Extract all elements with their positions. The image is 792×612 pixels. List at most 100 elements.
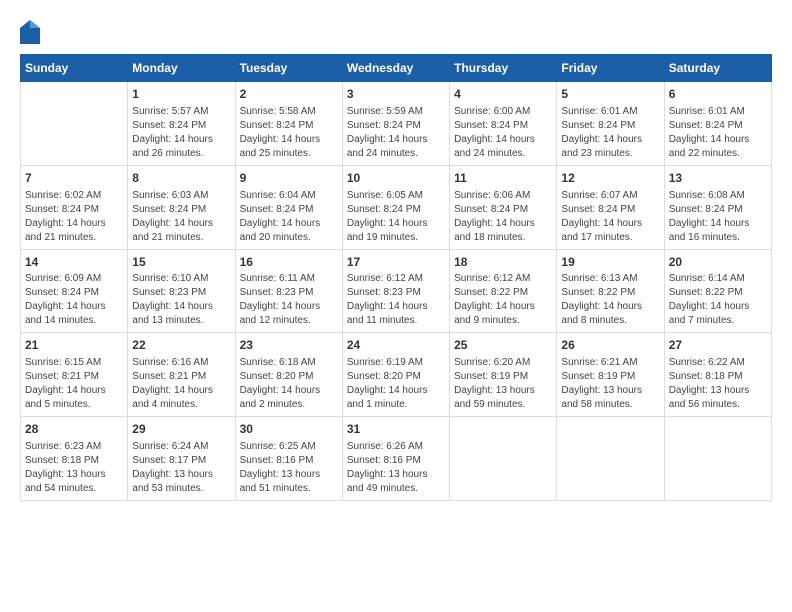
calendar-cell: 28 Sunrise: 6:23 AM Sunset: 8:18 PM Dayli… bbox=[21, 417, 128, 501]
day-info: Sunrise: 5:59 AM Sunset: 8:24 PM Dayligh… bbox=[347, 105, 445, 161]
calendar-table: SundayMondayTuesdayWednesdayThursdayFrid… bbox=[20, 54, 772, 501]
calendar-cell: 17Sunrise: 6:12 AM Sunset: 8:23 PM Dayli… bbox=[342, 249, 449, 333]
header-monday: Monday bbox=[128, 55, 235, 82]
day-info: Sunrise: 6:12 AM Sunset: 8:23 PM Dayligh… bbox=[347, 272, 445, 328]
calendar-cell: 24 Sunrise: 6:19 AM Sunset: 8:20 PM Dayli… bbox=[342, 333, 449, 417]
calendar-cell: 11 Sunrise: 6:06 AM Sunset: 8:24 PM Dayli… bbox=[450, 165, 557, 249]
week-row-2: 14Sunrise: 6:09 AM Sunset: 8:24 PM Dayli… bbox=[21, 249, 772, 333]
day-number: 29 bbox=[132, 421, 230, 438]
day-number: 5 bbox=[561, 86, 659, 103]
day-number: 17 bbox=[347, 254, 445, 271]
day-number: 11 bbox=[454, 170, 552, 187]
day-number: 10 bbox=[347, 170, 445, 187]
day-info: Sunrise: 6:12 AM Sunset: 8:22 PM Dayligh… bbox=[454, 272, 552, 328]
day-number: 4 bbox=[454, 86, 552, 103]
calendar-cell: 1 Sunrise: 5:57 AM Sunset: 8:24 PM Daylig… bbox=[128, 82, 235, 166]
calendar-header: SundayMondayTuesdayWednesdayThursdayFrid… bbox=[21, 55, 772, 82]
day-info: Sunrise: 6:04 AM Sunset: 8:24 PM Dayligh… bbox=[240, 189, 338, 245]
calendar-cell: 8 Sunrise: 6:03 AM Sunset: 8:24 PM Daylig… bbox=[128, 165, 235, 249]
day-number: 28 bbox=[25, 421, 123, 438]
day-number: 14 bbox=[25, 254, 123, 271]
day-info: Sunrise: 6:03 AM Sunset: 8:24 PM Dayligh… bbox=[132, 189, 230, 245]
calendar-cell: 6 Sunrise: 6:01 AM Sunset: 8:24 PM Daylig… bbox=[664, 82, 771, 166]
day-info: Sunrise: 6:05 AM Sunset: 8:24 PM Dayligh… bbox=[347, 189, 445, 245]
day-number: 8 bbox=[132, 170, 230, 187]
calendar-cell: 20Sunrise: 6:14 AM Sunset: 8:22 PM Dayli… bbox=[664, 249, 771, 333]
day-number: 31 bbox=[347, 421, 445, 438]
calendar-cell: 7 Sunrise: 6:02 AM Sunset: 8:24 PM Daylig… bbox=[21, 165, 128, 249]
day-number: 23 bbox=[240, 337, 338, 354]
calendar-cell: 2 Sunrise: 5:58 AM Sunset: 8:24 PM Daylig… bbox=[235, 82, 342, 166]
calendar-cell: 27 Sunrise: 6:22 AM Sunset: 8:18 PM Dayli… bbox=[664, 333, 771, 417]
day-number: 13 bbox=[669, 170, 767, 187]
calendar-cell: 4 Sunrise: 6:00 AM Sunset: 8:24 PM Daylig… bbox=[450, 82, 557, 166]
calendar-cell: 31 Sunrise: 6:26 AM Sunset: 8:16 PM Dayli… bbox=[342, 417, 449, 501]
day-number: 12 bbox=[561, 170, 659, 187]
calendar-cell: 13 Sunrise: 6:08 AM Sunset: 8:24 PM Dayli… bbox=[664, 165, 771, 249]
day-info: Sunrise: 6:02 AM Sunset: 8:24 PM Dayligh… bbox=[25, 189, 123, 245]
calendar-cell: 15Sunrise: 6:10 AM Sunset: 8:23 PM Dayli… bbox=[128, 249, 235, 333]
day-number: 16 bbox=[240, 254, 338, 271]
calendar-cell: 18Sunrise: 6:12 AM Sunset: 8:22 PM Dayli… bbox=[450, 249, 557, 333]
day-number: 22 bbox=[132, 337, 230, 354]
logo bbox=[20, 20, 44, 44]
header-friday: Friday bbox=[557, 55, 664, 82]
day-info: Sunrise: 6:06 AM Sunset: 8:24 PM Dayligh… bbox=[454, 189, 552, 245]
week-row-0: 1 Sunrise: 5:57 AM Sunset: 8:24 PM Daylig… bbox=[21, 82, 772, 166]
calendar-cell: 21Sunrise: 6:15 AM Sunset: 8:21 PM Dayli… bbox=[21, 333, 128, 417]
day-info: Sunrise: 6:10 AM Sunset: 8:23 PM Dayligh… bbox=[132, 272, 230, 328]
header-sunday: Sunday bbox=[21, 55, 128, 82]
page-header bbox=[20, 20, 772, 44]
calendar-cell: 5 Sunrise: 6:01 AM Sunset: 8:24 PM Daylig… bbox=[557, 82, 664, 166]
day-info: Sunrise: 5:58 AM Sunset: 8:24 PM Dayligh… bbox=[240, 105, 338, 161]
day-info: Sunrise: 6:07 AM Sunset: 8:24 PM Dayligh… bbox=[561, 189, 659, 245]
day-info: Sunrise: 5:57 AM Sunset: 8:24 PM Dayligh… bbox=[132, 105, 230, 161]
calendar-cell: 10 Sunrise: 6:05 AM Sunset: 8:24 PM Dayli… bbox=[342, 165, 449, 249]
calendar-cell: 23Sunrise: 6:18 AM Sunset: 8:20 PM Dayli… bbox=[235, 333, 342, 417]
day-info: Sunrise: 6:26 AM Sunset: 8:16 PM Dayligh… bbox=[347, 440, 445, 496]
calendar-cell: 14Sunrise: 6:09 AM Sunset: 8:24 PM Dayli… bbox=[21, 249, 128, 333]
day-info: Sunrise: 6:15 AM Sunset: 8:21 PM Dayligh… bbox=[25, 356, 123, 412]
day-info: Sunrise: 6:23 AM Sunset: 8:18 PM Dayligh… bbox=[25, 440, 123, 496]
header-thursday: Thursday bbox=[450, 55, 557, 82]
day-number: 1 bbox=[132, 86, 230, 103]
day-info: Sunrise: 6:11 AM Sunset: 8:23 PM Dayligh… bbox=[240, 272, 338, 328]
day-number: 9 bbox=[240, 170, 338, 187]
day-number: 3 bbox=[347, 86, 445, 103]
day-info: Sunrise: 6:00 AM Sunset: 8:24 PM Dayligh… bbox=[454, 105, 552, 161]
day-info: Sunrise: 6:08 AM Sunset: 8:24 PM Dayligh… bbox=[669, 189, 767, 245]
day-info: Sunrise: 6:16 AM Sunset: 8:21 PM Dayligh… bbox=[132, 356, 230, 412]
logo-icon bbox=[20, 20, 40, 44]
day-info: Sunrise: 6:01 AM Sunset: 8:24 PM Dayligh… bbox=[561, 105, 659, 161]
day-number: 7 bbox=[25, 170, 123, 187]
day-info: Sunrise: 6:14 AM Sunset: 8:22 PM Dayligh… bbox=[669, 272, 767, 328]
day-number: 18 bbox=[454, 254, 552, 271]
week-row-4: 28 Sunrise: 6:23 AM Sunset: 8:18 PM Dayli… bbox=[21, 417, 772, 501]
header-saturday: Saturday bbox=[664, 55, 771, 82]
calendar-body: 1 Sunrise: 5:57 AM Sunset: 8:24 PM Daylig… bbox=[21, 82, 772, 501]
day-number: 6 bbox=[669, 86, 767, 103]
day-number: 30 bbox=[240, 421, 338, 438]
calendar-cell bbox=[664, 417, 771, 501]
day-number: 15 bbox=[132, 254, 230, 271]
day-number: 24 bbox=[347, 337, 445, 354]
calendar-cell bbox=[557, 417, 664, 501]
day-number: 25 bbox=[454, 337, 552, 354]
day-number: 2 bbox=[240, 86, 338, 103]
day-info: Sunrise: 6:19 AM Sunset: 8:20 PM Dayligh… bbox=[347, 356, 445, 412]
day-info: Sunrise: 6:01 AM Sunset: 8:24 PM Dayligh… bbox=[669, 105, 767, 161]
calendar-cell bbox=[450, 417, 557, 501]
day-number: 27 bbox=[669, 337, 767, 354]
calendar-cell: 30 Sunrise: 6:25 AM Sunset: 8:16 PM Dayli… bbox=[235, 417, 342, 501]
calendar-cell: 19Sunrise: 6:13 AM Sunset: 8:22 PM Dayli… bbox=[557, 249, 664, 333]
calendar-cell: 29Sunrise: 6:24 AM Sunset: 8:17 PM Dayli… bbox=[128, 417, 235, 501]
day-info: Sunrise: 6:09 AM Sunset: 8:24 PM Dayligh… bbox=[25, 272, 123, 328]
week-row-1: 7 Sunrise: 6:02 AM Sunset: 8:24 PM Daylig… bbox=[21, 165, 772, 249]
day-info: Sunrise: 6:25 AM Sunset: 8:16 PM Dayligh… bbox=[240, 440, 338, 496]
calendar-cell: 25Sunrise: 6:20 AM Sunset: 8:19 PM Dayli… bbox=[450, 333, 557, 417]
calendar-cell: 16Sunrise: 6:11 AM Sunset: 8:23 PM Dayli… bbox=[235, 249, 342, 333]
day-info: Sunrise: 6:22 AM Sunset: 8:18 PM Dayligh… bbox=[669, 356, 767, 412]
day-number: 20 bbox=[669, 254, 767, 271]
calendar-cell: 3 Sunrise: 5:59 AM Sunset: 8:24 PM Daylig… bbox=[342, 82, 449, 166]
day-number: 19 bbox=[561, 254, 659, 271]
